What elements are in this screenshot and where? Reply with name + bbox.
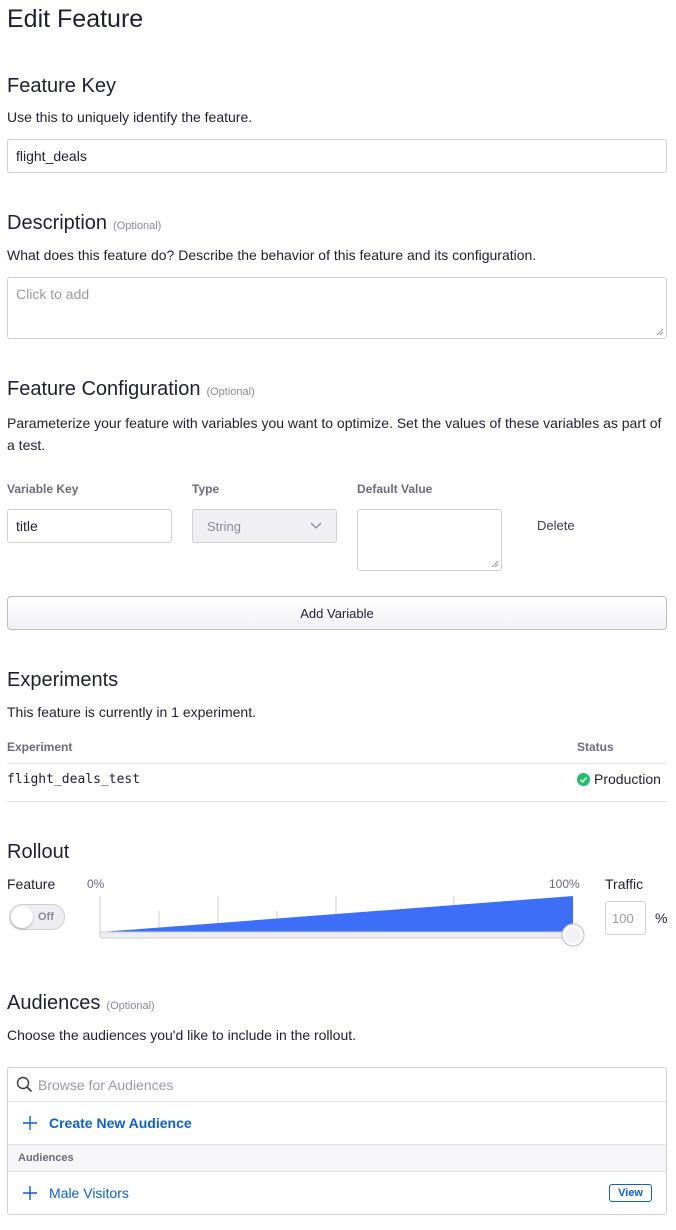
default-value-textarea[interactable] <box>357 509 502 571</box>
plus-icon <box>23 1116 37 1130</box>
audience-label: Male Visitors <box>49 1185 129 1201</box>
toggle-knob <box>11 906 33 928</box>
configuration-help: Parameterize your feature with variables… <box>7 415 662 453</box>
add-variable-button[interactable]: Add Variable <box>7 596 667 630</box>
default-value-column-label: Default Value <box>357 482 433 496</box>
description-help: What does this feature do? Describe the … <box>7 247 537 263</box>
status-badge: Production <box>577 771 661 787</box>
slider-min-label: 0% <box>87 877 105 891</box>
experiments-summary: This feature is currently in 1 experimen… <box>7 704 256 720</box>
feature-key-help: Use this to uniquely identify the featur… <box>7 109 253 125</box>
variable-key-input[interactable]: title <box>7 509 172 543</box>
audiences-optional: (Optional) <box>106 1000 155 1012</box>
description-heading-text: Description <box>7 212 108 234</box>
table-divider <box>7 801 667 802</box>
audiences-heading-text: Audiences <box>7 992 101 1014</box>
audiences-group-label: Audiences <box>18 1152 74 1164</box>
configuration-optional: (Optional) <box>206 386 255 398</box>
description-placeholder: Click to add <box>16 286 90 302</box>
plus-icon <box>23 1186 37 1200</box>
delete-variable-link[interactable]: Delete <box>537 518 575 533</box>
slider-handle-inner <box>565 927 581 943</box>
page-title: Edit Feature <box>7 5 144 33</box>
status-column-label: Status <box>577 740 614 754</box>
variable-type-select[interactable]: String <box>192 509 337 543</box>
slider-track <box>99 931 574 939</box>
description-textarea[interactable]: Click to add <box>7 277 667 339</box>
configuration-heading: Feature Configuration (Optional) <box>7 378 255 401</box>
status-text: Production <box>594 771 661 787</box>
variable-key-value: title <box>16 518 38 534</box>
create-audience-label: Create New Audience <box>49 1115 192 1131</box>
audiences-help: Choose the audiences you'd like to inclu… <box>7 1027 357 1043</box>
configuration-heading-text: Feature Configuration <box>7 378 201 400</box>
audience-picker: Browse for Audiences Create New Audience… <box>7 1067 667 1215</box>
traffic-unit: % <box>655 910 668 926</box>
resize-handle-icon[interactable] <box>656 328 664 336</box>
variable-key-column-label: Variable Key <box>7 482 79 496</box>
traffic-value: 100 <box>612 910 634 926</box>
traffic-slider[interactable] <box>99 894 589 950</box>
chevron-down-icon <box>310 522 322 529</box>
view-audience-button[interactable]: View <box>609 1184 652 1202</box>
rollout-toggle[interactable]: Off <box>9 904 65 930</box>
description-heading: Description (Optional) <box>7 212 161 235</box>
variable-type-value: String <box>207 518 241 534</box>
description-optional: (Optional) <box>113 220 162 232</box>
table-divider <box>7 763 667 764</box>
feature-key-heading: Feature Key <box>7 75 116 97</box>
search-placeholder: Browse for Audiences <box>38 1076 174 1093</box>
create-audience-button[interactable]: Create New Audience <box>8 1102 666 1144</box>
rollout-heading: Rollout <box>7 841 70 863</box>
type-column-label: Type <box>192 482 220 496</box>
traffic-label: Traffic <box>605 876 644 892</box>
list-item[interactable]: Male Visitors View <box>8 1172 666 1214</box>
check-circle-icon <box>577 772 590 786</box>
audiences-group-header: Audiences <box>8 1144 666 1172</box>
experiments-heading: Experiments <box>7 669 119 691</box>
experiment-name-link[interactable]: flight_deals_test <box>7 772 140 787</box>
slider-max-label: 100% <box>549 877 580 891</box>
search-icon <box>16 1076 33 1093</box>
audience-search-input[interactable]: Browse for Audiences <box>8 1068 666 1101</box>
feature-key-input[interactable]: flight_deals <box>7 139 667 173</box>
experiment-column-label: Experiment <box>7 740 73 754</box>
traffic-input[interactable]: 100 <box>605 901 646 935</box>
feature-key-value: flight_deals <box>16 148 87 164</box>
audiences-heading: Audiences (Optional) <box>7 992 155 1015</box>
resize-handle-icon[interactable] <box>491 560 499 568</box>
rollout-feature-label: Feature <box>7 876 56 892</box>
toggle-label: Off <box>38 911 54 923</box>
